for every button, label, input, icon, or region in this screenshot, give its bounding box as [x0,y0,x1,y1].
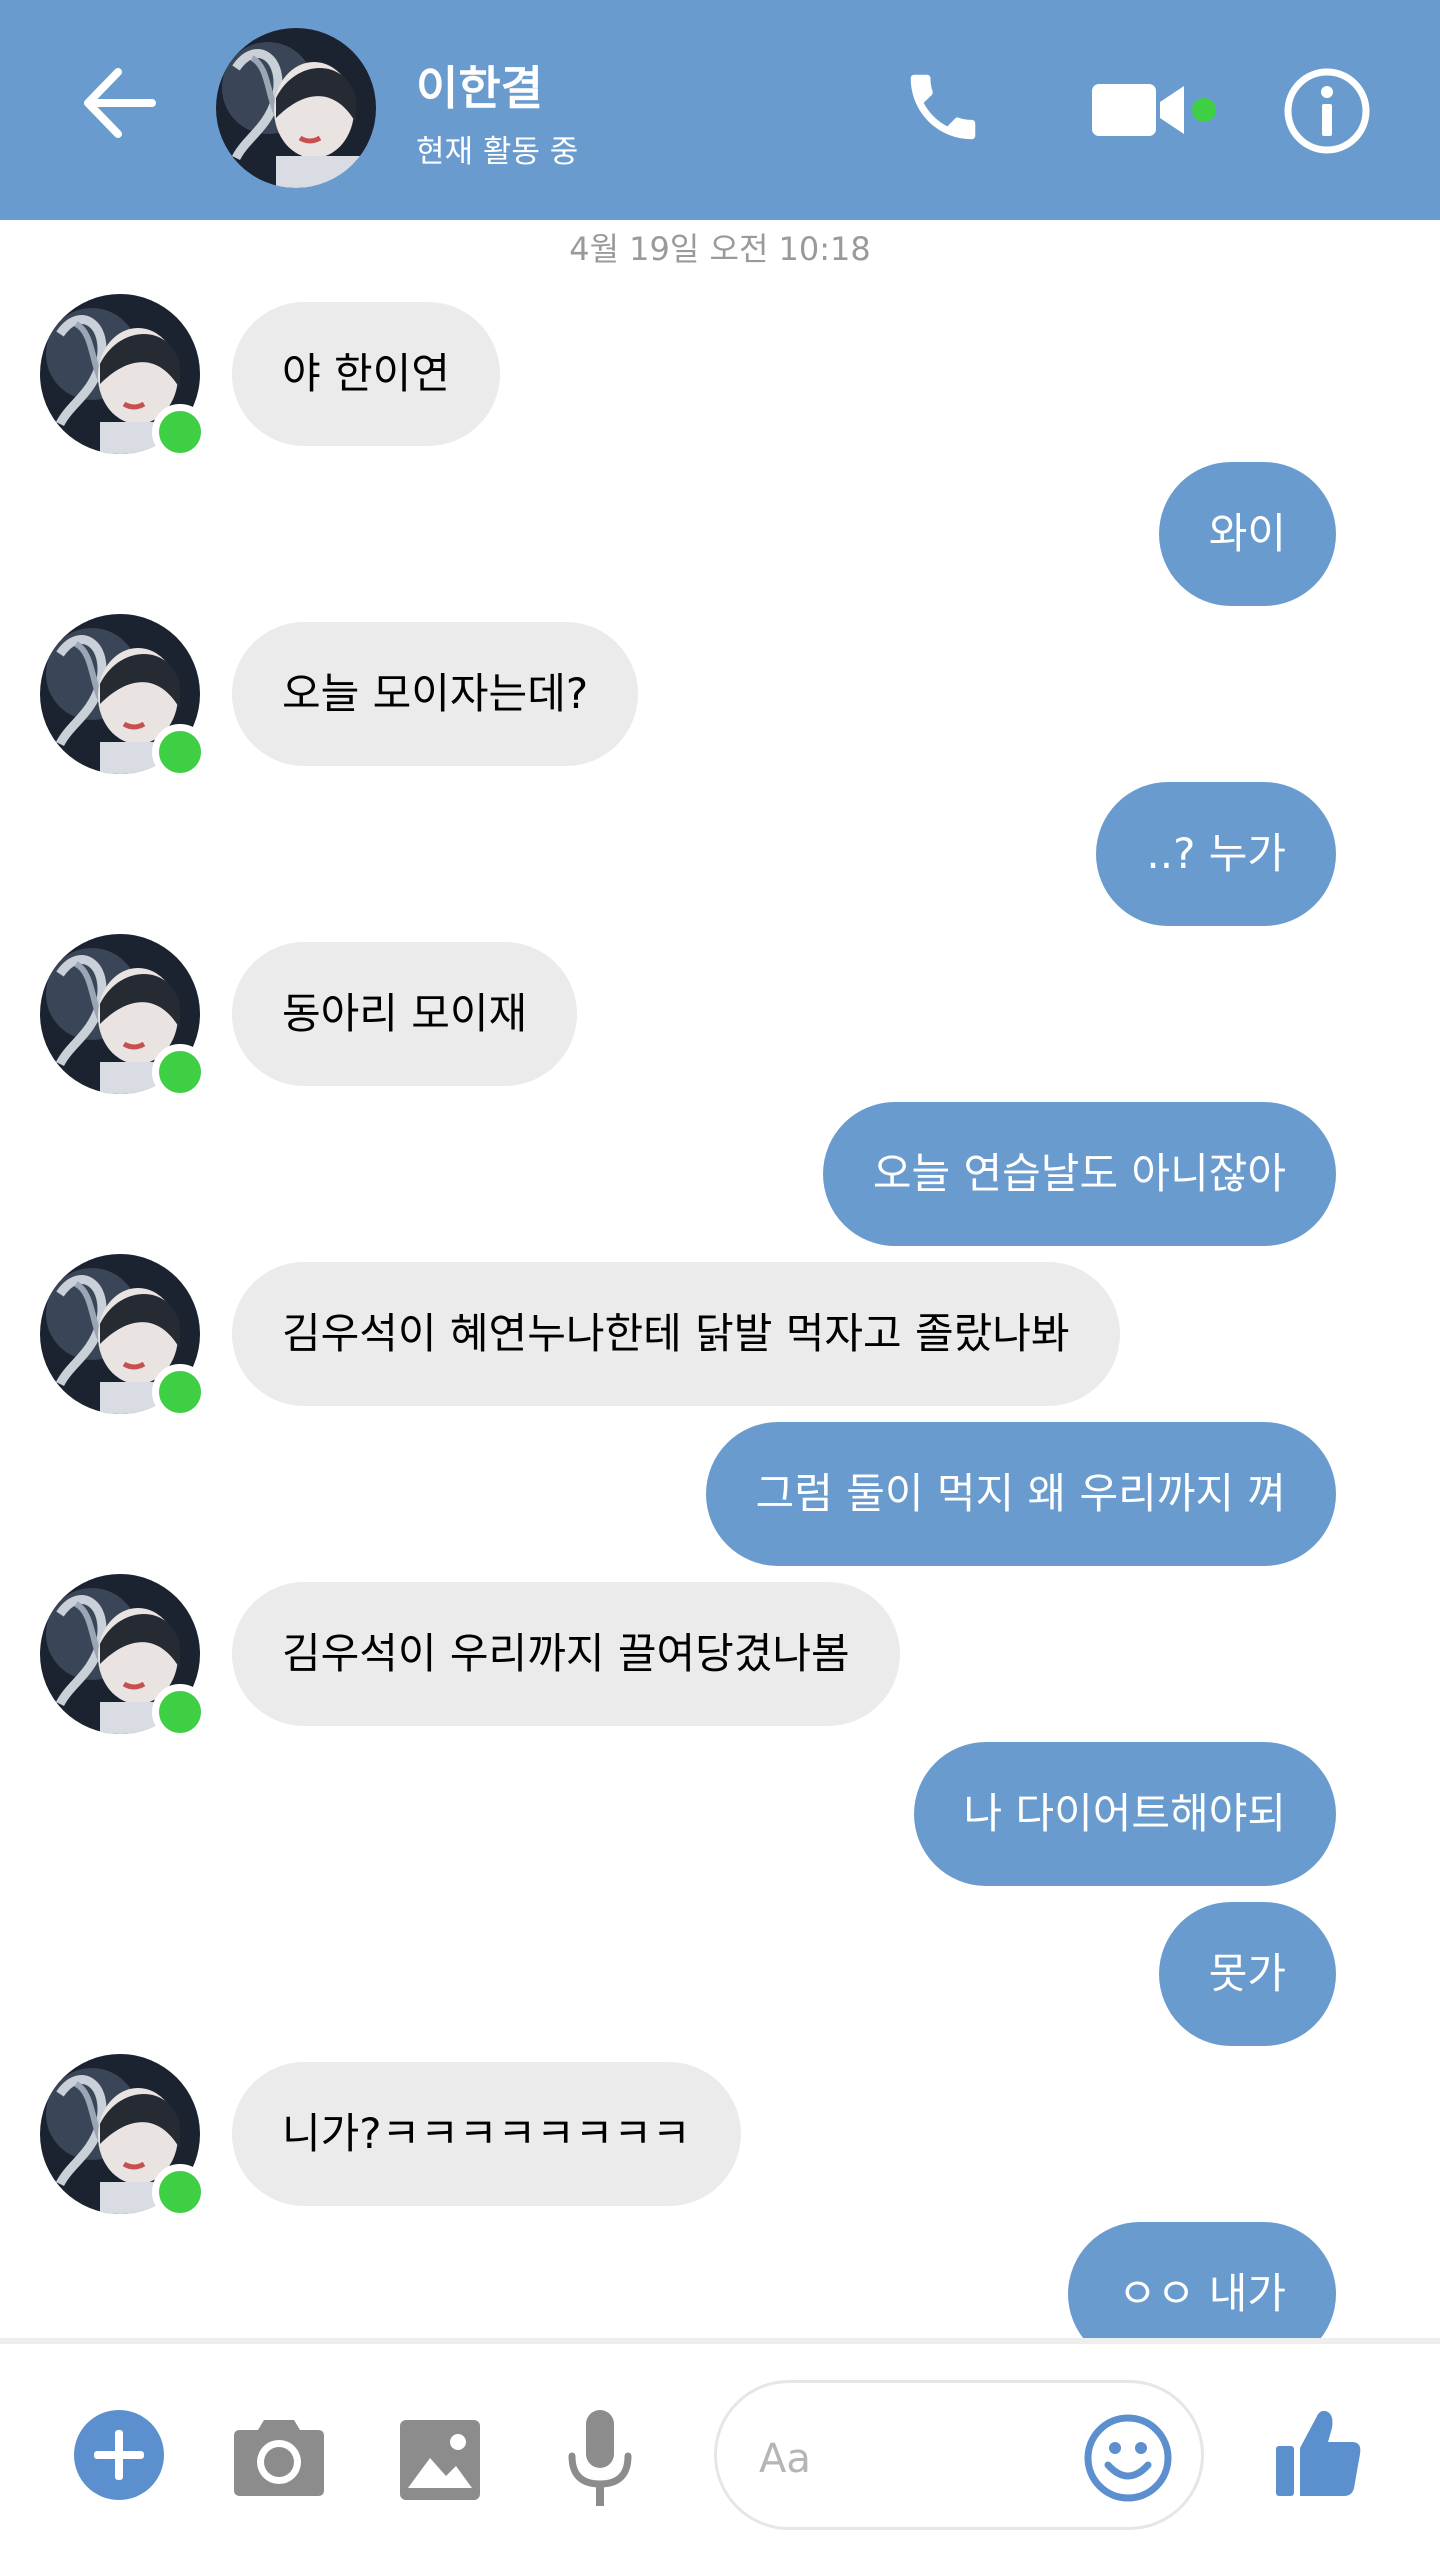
message-bubble-outgoing[interactable]: 오늘 연습날도 아니잖아 [822,1102,1336,1246]
sender-avatar[interactable] [40,614,208,780]
message-bubble-outgoing[interactable]: 와이 [1158,462,1336,606]
chat-header: 이한결 현재 활동 중 [0,0,1440,220]
online-indicator [152,724,208,780]
sender-avatar[interactable] [40,2054,208,2220]
sender-avatar[interactable] [40,934,208,1100]
emoji-icon[interactable] [1083,2413,1173,2503]
message-bubble-outgoing[interactable]: 그럼 둘이 먹지 왜 우리까지 껴 [705,1422,1336,1566]
online-indicator [152,1044,208,1100]
contact-name[interactable]: 이한결 [416,52,543,118]
message-input-box[interactable] [714,2380,1204,2530]
message-bubble-incoming[interactable]: 김우석이 혜연누나한테 닭발 먹자고 졸랐나봐 [232,1262,1120,1406]
message-timestamp: 4월 19일 오전 10:18 [569,230,871,268]
camera-icon[interactable] [234,2416,324,2496]
message-bubble-outgoing[interactable]: 못가 [1158,1902,1336,2046]
contact-avatar-image [216,28,376,188]
message-bubble-incoming[interactable]: 김우석이 우리까지 끌여당겼나봄 [232,1582,900,1726]
active-status: 현재 활동 중 [416,134,579,170]
image-icon[interactable] [400,2420,480,2500]
message-bubble-outgoing[interactable]: ..? 누가 [1096,782,1336,926]
online-indicator [152,404,208,460]
online-indicator [152,1364,208,1420]
message-bubble-incoming[interactable]: 니가?ㅋㅋㅋㅋㅋㅋㅋㅋ [232,2062,741,2206]
sender-avatar[interactable] [40,1254,208,1420]
message-bubble-incoming[interactable]: 야 한이연 [232,302,500,446]
info-icon[interactable] [1282,66,1372,156]
sender-avatar[interactable] [40,294,208,460]
phone-icon[interactable] [900,64,986,150]
thumbs-up-icon[interactable] [1276,2406,1362,2498]
sender-avatar[interactable] [40,1574,208,1740]
message-composer [0,2344,1440,2563]
message-bubble-incoming[interactable]: 오늘 모이자는데? [232,622,639,766]
contact-avatar[interactable] [216,28,376,188]
message-input[interactable] [757,2423,1061,2495]
online-indicator [152,2164,208,2220]
video-online-dot [1192,98,1216,122]
microphone-icon[interactable] [566,2410,634,2510]
back-arrow-icon[interactable] [78,62,160,144]
message-bubble-incoming[interactable]: 동아리 모이재 [232,942,578,1086]
online-indicator [152,1684,208,1740]
message-bubble-outgoing[interactable]: 나 다이어트해야되 [913,1742,1336,1886]
plus-icon[interactable] [74,2410,164,2500]
video-camera-icon[interactable] [1092,80,1192,140]
